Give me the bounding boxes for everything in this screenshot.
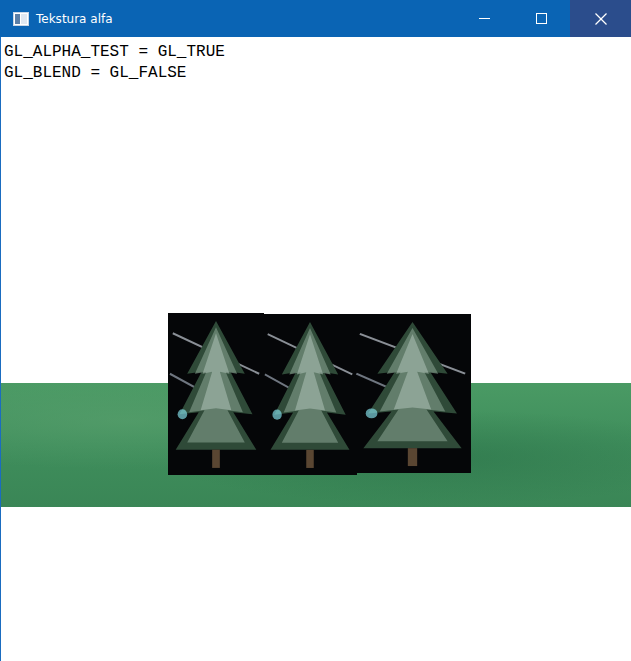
tree-billboard bbox=[263, 314, 357, 475]
window-title: Tekstura alfa bbox=[36, 12, 113, 26]
gl-state-line: GL_ALPHA_TEST = GL_TRUE bbox=[4, 42, 628, 63]
gl-viewport[interactable]: GL_ALPHA_TEST = GL_TRUEGL_BLEND = GL_FAL… bbox=[0, 37, 631, 661]
close-button[interactable] bbox=[570, 0, 631, 37]
gl-state-overlay: GL_ALPHA_TEST = GL_TRUEGL_BLEND = GL_FAL… bbox=[1, 37, 631, 89]
minimize-button[interactable] bbox=[456, 0, 513, 37]
tree-icon bbox=[263, 314, 357, 475]
app-window: Tekstura alfa GL_ALPHA_TEST = GL_TRUEGL_B… bbox=[0, 0, 631, 661]
tree-icon bbox=[354, 314, 471, 473]
maximize-button[interactable] bbox=[513, 0, 570, 37]
gl-state-line: GL_BLEND = GL_FALSE bbox=[4, 63, 628, 84]
tree-icon bbox=[168, 313, 264, 475]
tree-billboard bbox=[354, 314, 471, 473]
app-window-icon bbox=[13, 12, 29, 26]
title-bar[interactable]: Tekstura alfa bbox=[0, 0, 631, 37]
minimize-icon bbox=[479, 13, 490, 24]
tree-billboard bbox=[168, 313, 264, 475]
close-icon bbox=[595, 13, 607, 25]
maximize-icon bbox=[536, 13, 547, 24]
